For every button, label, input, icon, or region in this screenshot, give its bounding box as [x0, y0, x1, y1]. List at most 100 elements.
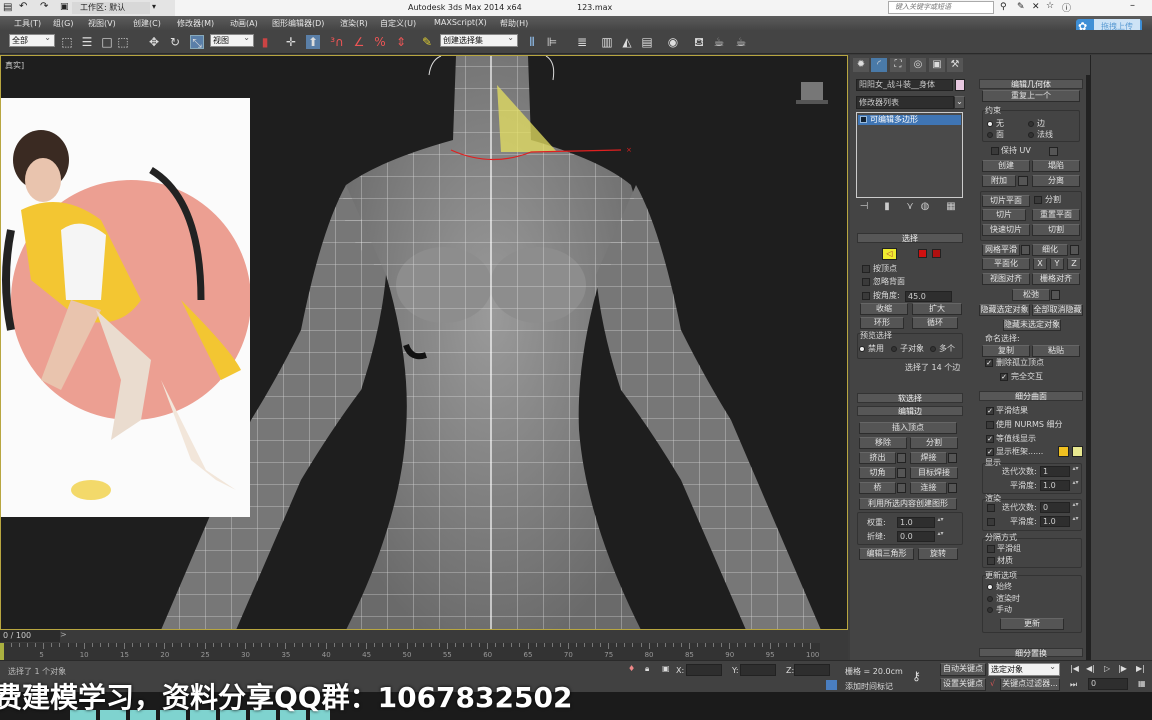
subdivision-displacement-rollout-header[interactable]: 细分置换	[979, 648, 1083, 658]
perspective-viewport[interactable]: 真实] ×	[0, 55, 848, 630]
schematic-view-icon[interactable]: ▤	[640, 35, 654, 49]
make-planar-button[interactable]: 平面化	[982, 258, 1030, 270]
modifier-list-arrow[interactable]: ⌄	[954, 96, 965, 109]
modify-tab-icon[interactable]: ◜	[871, 58, 887, 72]
copy-button[interactable]: 复制	[982, 345, 1030, 357]
object-name-field[interactable]: 阳阳女_战斗装__身体	[856, 79, 953, 91]
move-icon[interactable]: ✥	[147, 35, 161, 49]
full-interactivity-checkbox[interactable]: ✓	[1000, 373, 1008, 381]
polygon-mode-icon[interactable]	[918, 249, 927, 258]
menu-item[interactable]: 渲染(R)	[340, 18, 368, 29]
preview-subobj-radio[interactable]	[891, 346, 897, 352]
satellite-icon[interactable]: ✕	[1032, 2, 1040, 12]
smoothing-groups-checkbox[interactable]	[987, 545, 995, 553]
motion-tab-icon[interactable]: ◎	[910, 58, 926, 72]
grid-align-button[interactable]: 栅格对齐	[1032, 273, 1080, 285]
smooth-result-checkbox[interactable]: ✓	[986, 407, 994, 415]
show-cage-checkbox[interactable]: ✓	[986, 448, 994, 456]
weld-button[interactable]: 焊接	[910, 452, 947, 464]
key-mode-dropdown[interactable]: 选定对象	[988, 661, 1060, 676]
tessellate-settings-button[interactable]	[1070, 245, 1079, 255]
modifier-list-dropdown[interactable]: 修改器列表	[856, 96, 954, 109]
bridge-settings-button[interactable]	[897, 483, 906, 493]
unhide-all-button[interactable]: 全部取消隐藏	[1032, 304, 1083, 316]
connect-settings-button[interactable]	[948, 483, 957, 493]
preview-off-radio[interactable]	[859, 346, 865, 352]
render-iterations-spinner[interactable]: ▴▾	[1072, 502, 1079, 513]
menu-item[interactable]: 图形编辑器(D)	[272, 18, 324, 29]
insert-vertex-button[interactable]: 插入顶点	[859, 422, 957, 434]
menu-item[interactable]: 动画(A)	[230, 18, 258, 29]
set-key-button[interactable]: 设置关键点	[940, 678, 986, 691]
cage-color-swatch-2[interactable]	[1072, 446, 1083, 457]
align-icon[interactable]: ⊫	[545, 35, 559, 49]
materials-checkbox[interactable]	[987, 557, 995, 565]
auto-key-button[interactable]: 自动关键点	[940, 663, 986, 676]
subdivision-surface-rollout-header[interactable]: 细分曲面	[979, 391, 1083, 401]
slice-plane-button[interactable]: 切片平面	[982, 195, 1030, 207]
attach-list-button[interactable]	[1018, 176, 1028, 186]
ignore-backfacing-checkbox[interactable]	[862, 278, 870, 286]
constraint-face-radio[interactable]	[987, 132, 993, 138]
chamfer-settings-button[interactable]	[897, 468, 906, 478]
make-unique-icon[interactable]: ⋎	[905, 201, 915, 213]
select-object-icon[interactable]: ⬚	[60, 35, 74, 49]
meshsmooth-settings-button[interactable]	[1021, 245, 1030, 255]
isoline-display-checkbox[interactable]: ✓	[986, 435, 994, 443]
time-slider[interactable]: 0 / 100	[0, 630, 60, 642]
render-setup-icon[interactable]: ⛾	[692, 35, 706, 49]
layer-manager-icon[interactable]: ≣	[575, 35, 589, 49]
select-by-name-icon[interactable]: ☰	[80, 35, 94, 49]
keyboard-shortcut-icon[interactable]: ⬆	[306, 35, 320, 49]
crease-field[interactable]: 0.0	[897, 531, 935, 542]
create-tab-icon[interactable]: ✹	[853, 58, 869, 72]
reset-plane-button[interactable]: 重置平面	[1032, 209, 1080, 221]
weight-spinner[interactable]: ▴▾	[937, 517, 944, 528]
key-mode-toggle-icon[interactable]: ⏭	[1070, 680, 1077, 690]
percent-snap-icon[interactable]: %	[373, 35, 387, 49]
target-weld-button[interactable]: 目标焊接	[910, 467, 958, 479]
weld-settings-button[interactable]	[948, 453, 957, 463]
absolute-mode-icon[interactable]: ▣	[662, 664, 670, 673]
edit-edges-rollout-header[interactable]: 编辑边	[857, 406, 963, 416]
edge-mode-icon[interactable]: ◁	[882, 248, 897, 260]
constraint-normal-radio[interactable]	[1028, 132, 1034, 138]
update-when-rendering-radio[interactable]	[987, 596, 993, 602]
view-align-button[interactable]: 视图对齐	[982, 273, 1030, 285]
y-coordinate-field[interactable]	[740, 664, 776, 676]
rotate-icon[interactable]: ↻	[168, 35, 182, 49]
hide-selected-button[interactable]: 隐藏选定对象	[979, 304, 1030, 316]
reference-coord-dropdown[interactable]: 视图	[210, 32, 254, 47]
meshsmooth-button[interactable]: 网格平滑	[982, 244, 1020, 256]
hide-unselected-button[interactable]: 隐藏未选定对象	[1003, 319, 1061, 331]
edit-geometry-rollout-header[interactable]: 编辑几何体	[979, 79, 1083, 89]
favorites-icon[interactable]: ☆	[1046, 1, 1054, 11]
goto-end-icon[interactable]: ▶|	[1136, 664, 1145, 673]
update-always-radio[interactable]	[987, 584, 993, 590]
angle-snap-icon[interactable]: ∠	[352, 35, 366, 49]
goto-start-icon[interactable]: |◀	[1070, 664, 1079, 673]
z-coordinate-field[interactable]	[794, 664, 830, 676]
curve-editor-icon[interactable]: ◭	[620, 35, 634, 49]
time-config-icon[interactable]: ▦	[1138, 679, 1146, 688]
constraint-none-radio[interactable]	[987, 121, 993, 127]
render-smoothness-spinner[interactable]: ▴▾	[1072, 516, 1079, 527]
display-iterations-spinner[interactable]: ▴▾	[1072, 466, 1079, 477]
detach-button[interactable]: 分离	[1032, 175, 1080, 187]
shrink-button[interactable]: 收缩	[860, 303, 908, 315]
crease-spinner[interactable]: ▴▾	[937, 531, 944, 542]
collapse-button[interactable]: 塌陷	[1032, 160, 1080, 172]
menu-item[interactable]: 创建(C)	[133, 18, 161, 29]
expand-icon[interactable]	[860, 116, 867, 123]
preserve-uv-settings-button[interactable]	[1049, 147, 1058, 156]
add-time-tag-button[interactable]: 添加时间标记	[845, 681, 893, 692]
named-selection-dropdown[interactable]: 创建选择集	[440, 32, 518, 47]
open-icon[interactable]: ▣	[60, 2, 69, 12]
scale-icon[interactable]: ⤡	[190, 35, 204, 50]
window-crossing-icon[interactable]: ⬚	[116, 35, 130, 49]
workspace-dropdown[interactable]: 工作区: 默认	[72, 2, 150, 14]
constraint-edge-radio[interactable]	[1028, 121, 1034, 127]
key-icon[interactable]: ⚷	[912, 669, 921, 683]
select-manipulate-icon[interactable]: ✛	[284, 35, 298, 49]
extrude-button[interactable]: 挤出	[859, 452, 896, 464]
